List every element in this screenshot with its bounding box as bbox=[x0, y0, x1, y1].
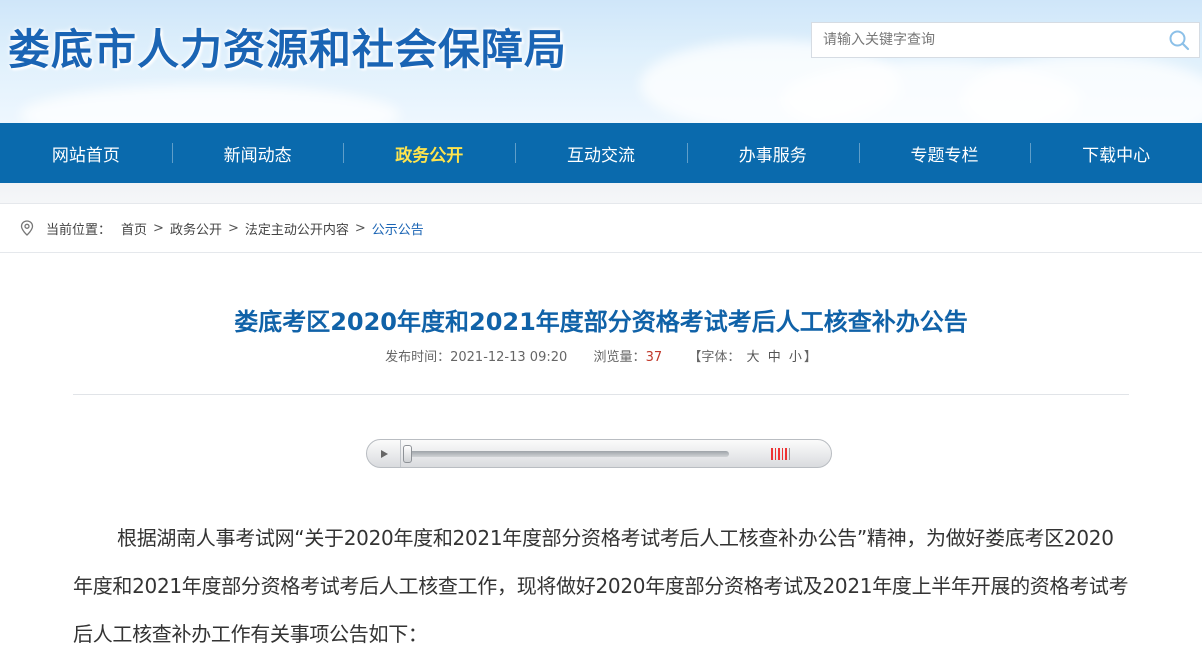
divider bbox=[73, 394, 1129, 395]
publish-time: 2021-12-13 09:20 bbox=[450, 350, 568, 365]
nav-item-services[interactable]: 办事服务 bbox=[686, 123, 859, 183]
volume-bar bbox=[788, 448, 790, 460]
volume-bar bbox=[781, 448, 783, 460]
volume-control[interactable] bbox=[771, 448, 790, 460]
main-nav: 网站首页 新闻动态 政务公开 互动交流 办事服务 专题专栏 下载中心 bbox=[0, 123, 1202, 183]
publish-time-label: 发布时间： bbox=[385, 350, 451, 365]
search-input[interactable] bbox=[812, 23, 1159, 57]
font-size-small-button[interactable]: 小 bbox=[789, 350, 802, 365]
play-button[interactable] bbox=[367, 440, 401, 467]
audio-player bbox=[366, 439, 832, 468]
site-title[interactable]: 娄底市人力资源和社会保障局 bbox=[8, 16, 567, 77]
breadcrumb-item-home[interactable]: 首页 bbox=[121, 219, 147, 238]
nav-item-government-affairs[interactable]: 政务公开 bbox=[343, 123, 515, 183]
views-count: 37 bbox=[645, 350, 663, 365]
progress-thumb[interactable] bbox=[403, 445, 412, 463]
volume-bar bbox=[778, 448, 780, 460]
volume-bar bbox=[771, 448, 773, 460]
breadcrumb-item-government-affairs[interactable]: 政务公开 bbox=[170, 219, 222, 238]
volume-bar bbox=[774, 448, 776, 460]
play-icon bbox=[380, 449, 388, 458]
nav-item-news[interactable]: 新闻动态 bbox=[171, 123, 344, 183]
nav-item-special-topics[interactable]: 专题专栏 bbox=[858, 123, 1031, 183]
article-title: 娄底考区2020年度和2021年度部分资格考试考后人工核查补办公告 bbox=[234, 308, 968, 336]
search-icon bbox=[1169, 30, 1190, 51]
breadcrumb-prefix: 当前位置： bbox=[46, 222, 112, 238]
nav-item-home[interactable]: 网站首页 bbox=[0, 123, 172, 183]
location-pin-icon bbox=[20, 220, 34, 236]
font-size-label: 【字体： bbox=[688, 350, 741, 365]
breadcrumb-item-statutory-disclosure[interactable]: 法定主动公开内容 bbox=[245, 219, 349, 238]
views-label: 浏览量： bbox=[593, 350, 646, 365]
breadcrumb-separator: > bbox=[354, 220, 366, 236]
nav-item-downloads[interactable]: 下载中心 bbox=[1030, 123, 1202, 183]
article-meta: 发布时间：2021-12-13 09:20 浏览量：37 【字体： 大 中 小】 bbox=[0, 346, 1202, 365]
breadcrumb-item-announcements[interactable]: 公示公告 bbox=[372, 219, 424, 238]
search-button[interactable] bbox=[1159, 23, 1199, 57]
site-header: 娄底市人力资源和社会保障局 bbox=[0, 0, 1202, 123]
cloud-decoration bbox=[20, 85, 400, 123]
font-size-large-button[interactable]: 大 bbox=[747, 350, 760, 365]
progress-track[interactable] bbox=[403, 445, 729, 463]
volume-bar bbox=[785, 448, 787, 460]
nav-item-interaction[interactable]: 互动交流 bbox=[515, 123, 687, 183]
breadcrumb-separator: > bbox=[153, 220, 164, 236]
article-body: 根据湖南人事考试网“关于2020年度和2021年度部分资格考试考后人工核查补办公… bbox=[73, 526, 1129, 646]
font-size-close: 】 bbox=[803, 350, 817, 365]
search-box bbox=[811, 22, 1200, 58]
breadcrumb-separator: > bbox=[227, 220, 239, 236]
breadcrumb: 当前位置： 首页 > 政务公开 > 法定主动公开内容 > 公示公告 bbox=[0, 203, 1202, 253]
font-size-medium-button[interactable]: 中 bbox=[768, 350, 781, 365]
